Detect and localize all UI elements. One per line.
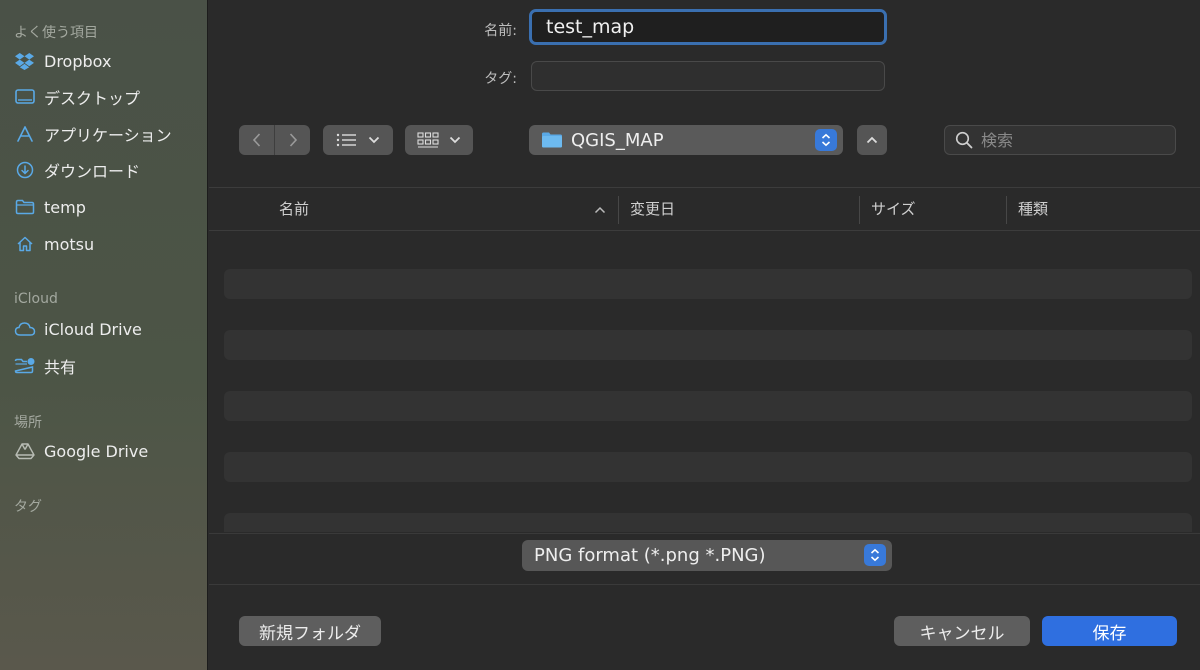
column-header-name[interactable]: 名前 (279, 188, 309, 231)
location-popup[interactable]: QGIS_MAP (529, 125, 843, 155)
list-item (224, 452, 1192, 482)
list-item (224, 513, 1192, 532)
search-input[interactable] (981, 130, 1161, 150)
sidebar-item-shared[interactable]: 共有 (14, 354, 204, 378)
column-separator (859, 196, 860, 224)
column-separator (618, 196, 619, 224)
chevron-left-icon (252, 133, 260, 147)
sidebar-section-locations: 場所 (14, 415, 42, 431)
search-icon (955, 131, 973, 149)
selected-format: PNG format (*.png *.PNG) (534, 545, 766, 566)
current-folder-name: QGIS_MAP (571, 129, 664, 151)
nav-buttons (239, 125, 310, 155)
up-down-chevron-icon (821, 133, 831, 147)
list-view-icon (336, 133, 356, 147)
sidebar-item-downloads[interactable]: ダウンロード (14, 158, 204, 182)
sidebar-item-motsu[interactable]: motsu (14, 232, 204, 256)
sidebar-item-desktop[interactable]: デスクトップ (14, 85, 204, 109)
sidebar-item-label: デスクトップ (44, 89, 141, 108)
applications-icon (14, 124, 36, 144)
sidebar-item-label: アプリケーション (44, 126, 172, 145)
save-button[interactable]: 保存 (1042, 616, 1177, 646)
folder-icon (14, 197, 36, 217)
cancel-button[interactable]: キャンセル (894, 616, 1030, 646)
sidebar-item-icloud-drive[interactable]: iCloud Drive (14, 317, 204, 341)
icon-view-button[interactable] (405, 125, 473, 155)
list-item (224, 330, 1192, 360)
name-input[interactable]: test_map (529, 9, 887, 45)
sidebar-item-label: Google Drive (44, 441, 149, 461)
forward-button[interactable] (275, 125, 310, 155)
new-folder-button[interactable]: 新規フォルダ (239, 616, 381, 646)
chevron-up-icon (866, 136, 878, 144)
sidebar-item-label: temp (44, 197, 86, 217)
file-list[interactable] (224, 232, 1192, 532)
tag-label: タグ: (484, 71, 517, 87)
sidebar-item-label: Dropbox (44, 51, 112, 71)
column-separator (1006, 196, 1007, 224)
desktop-icon (14, 87, 36, 107)
shared-folder-icon (14, 356, 36, 376)
download-icon (14, 160, 36, 180)
folder-icon (542, 132, 562, 148)
chevron-right-icon (289, 133, 297, 147)
sidebar-item-label: 共有 (44, 358, 77, 377)
back-button[interactable] (239, 125, 274, 155)
expand-collapse-button[interactable] (857, 125, 887, 155)
sidebar-section-tags: タグ (14, 499, 42, 515)
divider (209, 533, 1200, 534)
cloud-icon (14, 319, 36, 339)
home-icon (14, 234, 36, 254)
dropbox-icon (14, 51, 36, 71)
sidebar-item-temp[interactable]: temp (14, 195, 204, 219)
name-label: 名前: (484, 23, 517, 39)
divider (209, 584, 1200, 585)
sidebar-item-google-drive[interactable]: Google Drive (14, 439, 204, 463)
sidebar-section-favorites: よく使う項目 (14, 25, 98, 41)
sort-ascending-icon (594, 206, 606, 214)
sidebar-item-label: iCloud Drive (44, 319, 142, 339)
tag-input[interactable] (531, 61, 885, 91)
search-box (944, 125, 1176, 155)
chevron-down-icon (368, 136, 380, 144)
list-item (224, 391, 1192, 421)
chevron-down-icon (449, 136, 461, 144)
column-header-modified[interactable]: 変更日 (630, 188, 675, 231)
sidebar-item-label: motsu (44, 234, 95, 254)
up-down-chevron-icon (870, 548, 880, 562)
sidebar-item-applications[interactable]: アプリケーション (14, 122, 204, 146)
grid-view-icon (417, 132, 439, 148)
sidebar-section-icloud: iCloud (14, 291, 58, 307)
sidebar-item-dropbox[interactable]: Dropbox (14, 49, 204, 73)
column-header-size[interactable]: サイズ (871, 188, 916, 231)
list-view-button[interactable] (323, 125, 393, 155)
list-item (224, 269, 1192, 299)
file-format-popup[interactable]: PNG format (*.png *.PNG) (522, 540, 892, 571)
sidebar-item-label: ダウンロード (44, 162, 141, 181)
location-stepper (815, 129, 837, 151)
format-stepper (864, 544, 886, 566)
drive-icon (14, 441, 36, 461)
sidebar: よく使う項目 Dropbox デスクトップ アプリケーション ダウンロード te… (0, 0, 208, 670)
save-dialog-main: 名前: test_map タグ: QGIS_MAP 名前 (209, 0, 1200, 670)
table-header: 名前 変更日 サイズ 種類 (209, 188, 1200, 231)
column-header-kind[interactable]: 種類 (1018, 188, 1048, 231)
